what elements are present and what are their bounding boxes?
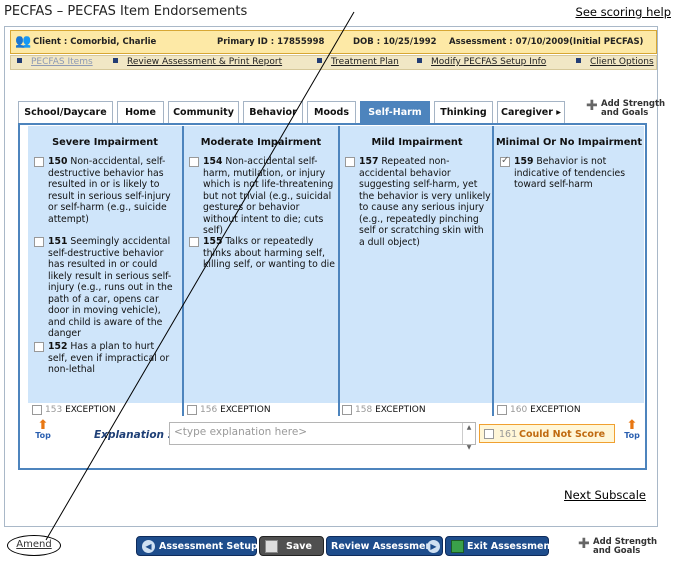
item-151-checkbox[interactable]	[34, 237, 44, 247]
item-157-checkbox[interactable]	[345, 157, 355, 167]
plus-icon: ✚	[586, 98, 598, 114]
up-arrow-icon: ⬆	[37, 418, 49, 433]
item-159-checkbox[interactable]	[500, 155, 510, 167]
dob: DOB : 10/25/1992	[353, 37, 437, 47]
item-155-checkbox[interactable]	[189, 237, 199, 247]
bullet-icon	[113, 58, 118, 63]
amend-link[interactable]: Amend	[7, 535, 61, 556]
nav-client-options[interactable]: Client Options	[576, 57, 654, 67]
could-not-score-checkbox[interactable]	[484, 429, 494, 439]
item-154-checkbox[interactable]	[189, 157, 199, 167]
item-152: 152 Has a plan to hurt self, even if imp…	[48, 341, 170, 375]
top-link-left[interactable]: ⬆ Top	[32, 418, 54, 440]
column-divider	[492, 126, 494, 416]
item-151: 151 Seemingly accidental self-destructiv…	[48, 236, 173, 339]
column-divider	[182, 126, 184, 416]
explanation-input[interactable]: <type explanation here> ▲ ▼	[169, 422, 476, 451]
item-150-checkbox[interactable]	[34, 157, 44, 167]
item-155: 155 Talks or repeatedly thinks about har…	[203, 236, 335, 270]
column-divider	[338, 126, 340, 416]
could-not-score[interactable]: 161 Could Not Score	[479, 424, 615, 443]
save-button[interactable]: Save	[259, 536, 324, 556]
nav-review-assessment[interactable]: Review Assessment & Print Report	[113, 57, 282, 67]
up-arrow-icon: ⬆	[626, 418, 638, 433]
plus-icon: ✚	[578, 536, 590, 552]
exception-158: 158 EXCEPTION	[355, 405, 426, 415]
tab-thinking[interactable]: Thinking	[434, 101, 493, 123]
nav-modify-setup[interactable]: Modify PECFAS Setup Info	[417, 57, 546, 67]
add-strength-goals-top[interactable]: ✚ Add Strength and Goals	[586, 98, 665, 120]
client-name: Client : Comorbid, Charlie	[33, 37, 157, 47]
bullet-icon	[17, 58, 22, 63]
column-heading: Severe Impairment	[52, 137, 158, 148]
explanation-label: Explanation :	[94, 429, 172, 441]
column-heading: Mild Impairment	[371, 137, 463, 148]
back-arrow-icon: ◀	[142, 540, 155, 553]
bullet-icon	[317, 58, 322, 63]
page-title: PECFAS – PECFAS Item Endorsements	[4, 4, 248, 19]
exit-assessment-button[interactable]: Exit Assessment	[445, 536, 555, 556]
forward-arrow-icon: ▶	[427, 540, 440, 553]
tab-community[interactable]: Community	[168, 101, 239, 123]
nav-pecfas-items[interactable]: PECFAS Items	[17, 57, 93, 67]
exception-156: 156 EXCEPTION	[200, 405, 271, 415]
tab-moods[interactable]: Moods	[307, 101, 356, 123]
item-159: 159 Behavior is not indicative of tenden…	[514, 156, 626, 190]
exception-160: 160 EXCEPTION	[510, 405, 581, 415]
client-icon: 👥	[15, 34, 32, 49]
column-heading: Minimal Or No Impairment	[495, 137, 643, 148]
next-subscale-link[interactable]: Next Subscale	[564, 488, 646, 502]
client-info-bar: 👥 Client : Comorbid, Charlie Primary ID …	[10, 30, 657, 54]
tab-home[interactable]: Home	[117, 101, 164, 123]
assessment-setup-button[interactable]: ◀ Assessment Setup	[136, 536, 258, 556]
nav-bar: PECFAS Items Review Assessment & Print R…	[10, 55, 657, 70]
top-link-right[interactable]: ⬆ Top	[621, 418, 643, 440]
item-157: 157 Repeated non-accidental behavior sug…	[359, 156, 491, 248]
scoring-help-link[interactable]: See scoring help	[576, 5, 671, 19]
save-icon	[265, 540, 278, 553]
tab-behavior[interactable]: Behavior	[243, 101, 303, 123]
column-heading: Moderate Impairment	[200, 137, 322, 148]
add-strength-goals-bottom[interactable]: ✚ Add Strength and Goals	[578, 536, 658, 558]
scrollbar[interactable]: ▲ ▼	[462, 423, 475, 451]
item-154: 154 Non-accidental self-harm, mutilation…	[203, 156, 334, 236]
exception-158-checkbox[interactable]	[342, 405, 352, 415]
tab-self-harm[interactable]: Self-Harm	[360, 101, 430, 123]
bullet-icon	[417, 58, 422, 63]
nav-treatment-plan[interactable]: Treatment Plan	[317, 57, 399, 67]
exception-160-checkbox[interactable]	[497, 405, 507, 415]
assessment-info: Assessment : 07/10/2009(Initial PECFAS)	[449, 37, 644, 47]
exception-153-checkbox[interactable]	[32, 405, 42, 415]
exit-door-icon	[451, 540, 464, 553]
review-assessment-button[interactable]: Review Assessment ▶	[326, 536, 443, 556]
bullet-icon	[576, 58, 581, 63]
tab-school-daycare[interactable]: School/Daycare	[18, 101, 113, 123]
item-150: 150 Non-accidental, self-destructive beh…	[48, 156, 171, 225]
exception-156-checkbox[interactable]	[187, 405, 197, 415]
tab-caregiver[interactable]: Caregiver ▸	[497, 101, 565, 123]
primary-id: Primary ID : 17855998	[217, 37, 325, 47]
exception-153: 153 EXCEPTION	[45, 405, 116, 415]
item-152-checkbox[interactable]	[34, 342, 44, 352]
